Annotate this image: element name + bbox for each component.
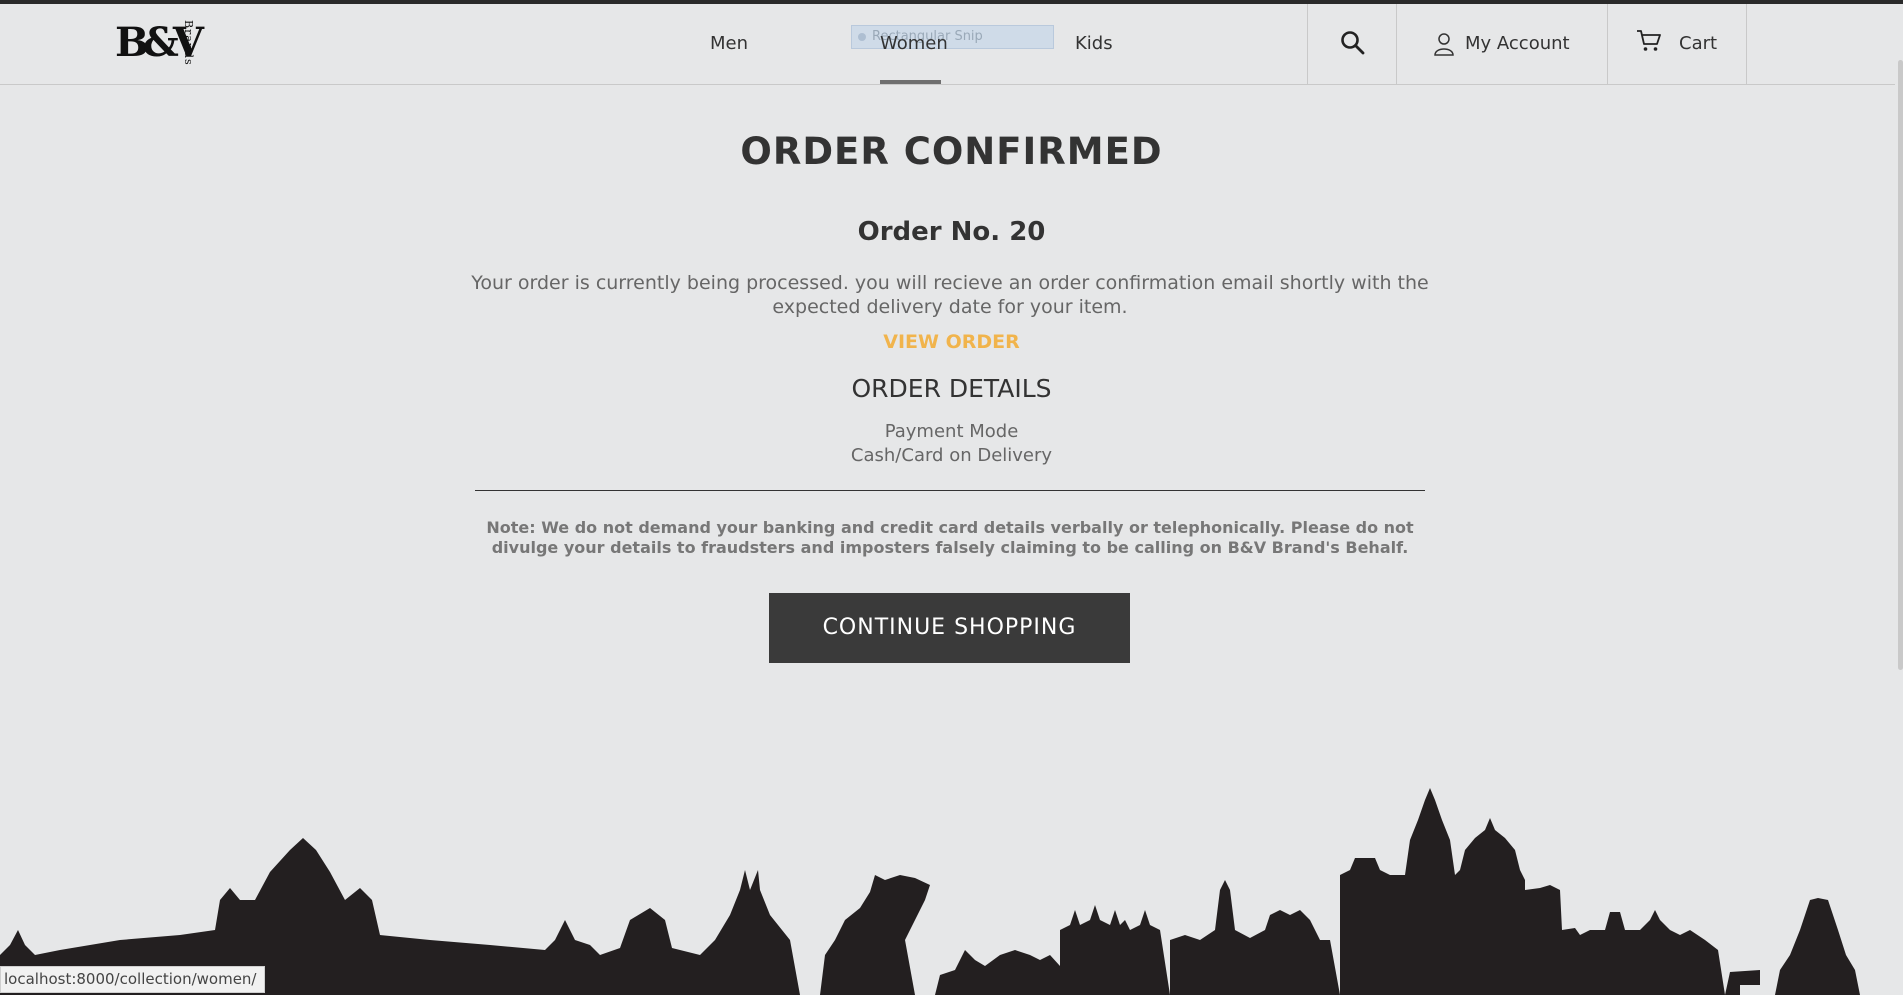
search-icon — [1341, 31, 1365, 55]
payment-mode-value: Cash/Card on Delivery — [850, 445, 1053, 466]
snip-dot-icon — [858, 33, 866, 41]
view-order-link[interactable]: VIEW ORDER — [0, 331, 1903, 353]
cart-label: Cart — [1679, 33, 1718, 54]
continue-shopping-button[interactable]: CONTINUE SHOPPING — [769, 593, 1130, 663]
nav-kids[interactable]: Kids — [1075, 33, 1113, 54]
cart-button[interactable]: Cart — [1607, 4, 1747, 84]
site-header: B&V Brands Men Rectangular Snip Women Ki… — [0, 4, 1903, 85]
nav-men[interactable]: Men — [710, 33, 748, 54]
nav-active-indicator — [880, 80, 941, 84]
my-account-button[interactable]: My Account — [1396, 4, 1608, 84]
city-skyline-illustration — [0, 788, 1860, 995]
logo-side-text: Brands — [182, 20, 195, 66]
brand-logo[interactable]: B&V Brands — [115, 18, 204, 74]
page-title: ORDER CONFIRMED — [740, 130, 1163, 173]
order-details-heading: ORDER DETAILS — [851, 374, 1052, 403]
section-divider — [475, 490, 1425, 491]
my-account-label: My Account — [1465, 33, 1570, 54]
payment-mode-label: Payment Mode — [884, 421, 1019, 442]
browser-status-bar: localhost:8000/collection/women/ — [0, 966, 266, 993]
user-icon — [1434, 33, 1454, 56]
order-number: Order No. 20 — [857, 217, 1046, 247]
search-button[interactable] — [1307, 4, 1396, 84]
security-note: Note: We do not demand your banking and … — [486, 518, 1414, 557]
cart-icon — [1637, 30, 1661, 51]
nav-women[interactable]: Women — [880, 33, 948, 54]
processing-message: Your order is currently being processed.… — [471, 272, 1429, 318]
scrollbar-thumb[interactable] — [1898, 60, 1903, 670]
